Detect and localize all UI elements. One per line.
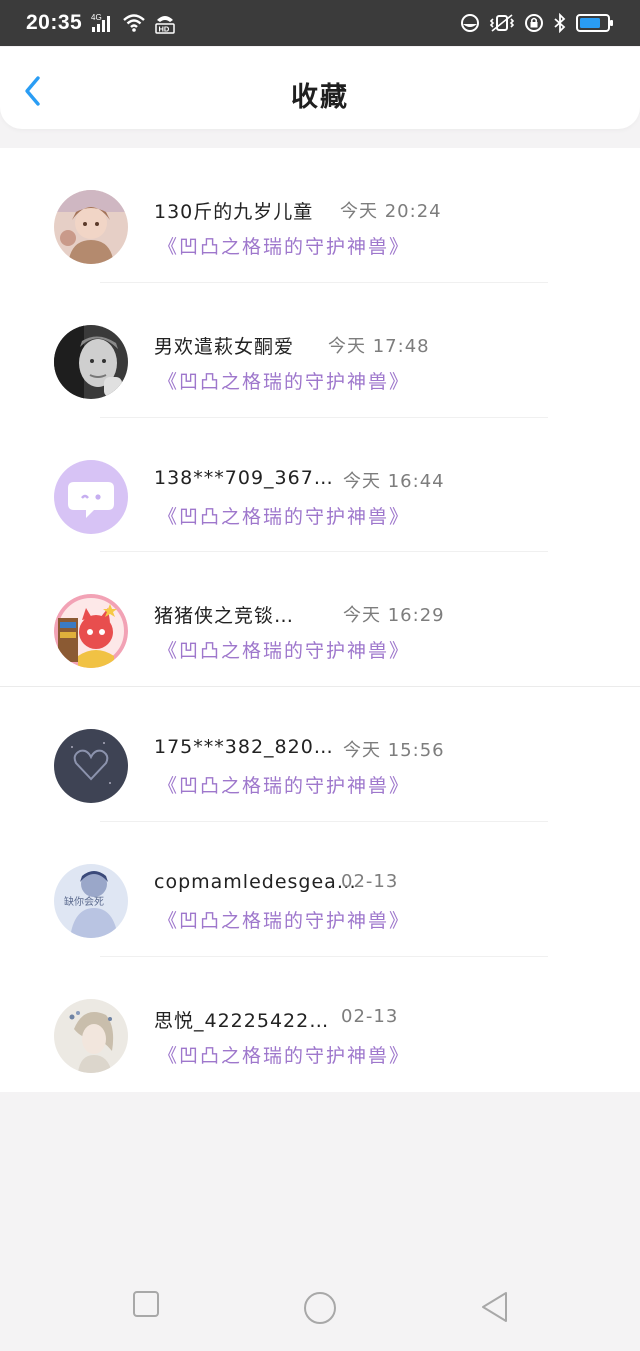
work-title: 《凹凸之格瑞的守护神兽》: [158, 370, 411, 393]
header: 收藏: [0, 47, 640, 129]
user-name: 138***709_367…: [154, 466, 334, 489]
favorite-time: 今天 20:24: [340, 201, 442, 222]
list-item[interactable]: 男欢遣萩女酮爱 今天 17:48 《凹凸之格瑞的守护神兽》: [0, 283, 640, 418]
nav-back-triangle-icon: [482, 1292, 507, 1322]
svg-text:4G: 4G: [91, 13, 102, 22]
favorite-time: 今天 16:44: [343, 470, 445, 492]
system-navigation-bar: [0, 1255, 640, 1351]
status-time: 20:35: [26, 11, 83, 34]
list-item[interactable]: 缺你会死 copmamledesgea… 02-13 《凹凸之格瑞的守护神兽》: [0, 822, 640, 957]
favorite-time: 02-13: [341, 1005, 399, 1027]
list-item[interactable]: 138***709_367… 今天 16:44 《凹凸之格瑞的守护神兽》: [0, 418, 640, 553]
nav-recent-square-icon: [133, 1291, 159, 1317]
vibrate-icon: [489, 14, 515, 32]
wifi-icon: [123, 14, 146, 32]
avatar: 缺你会死: [54, 863, 128, 938]
avatar: [54, 998, 128, 1073]
home-button[interactable]: [303, 1291, 337, 1329]
bluetooth-icon: [554, 13, 566, 33]
system-back-button[interactable]: [480, 1291, 510, 1327]
favorite-time: 今天 16:29: [343, 605, 445, 627]
list-item[interactable]: 猪猪侠之竞锬… 今天 16:29 《凹凸之格瑞的守护神兽》: [0, 552, 640, 688]
user-name: 男欢遣萩女酮爱: [154, 335, 295, 358]
avatar: [54, 594, 128, 669]
eye-care-icon: [461, 14, 479, 32]
list-item[interactable]: 思悦_42225422… 02-13 《凹凸之格瑞的守护神兽》: [0, 957, 640, 1092]
list-item[interactable]: 130斤的九岁儿童 今天 20:24 《凹凸之格瑞的守护神兽》: [0, 148, 640, 283]
avatar: [54, 729, 128, 804]
rotation-lock-icon: [525, 14, 543, 32]
recent-apps-button[interactable]: [132, 1290, 160, 1322]
work-title: 《凹凸之格瑞的守护神兽》: [158, 505, 411, 528]
favorites-list: 130斤的九岁儿童 今天 20:24 《凹凸之格瑞的守护神兽》 男欢遣萩女酮爱 …: [0, 148, 640, 1092]
user-name: copmamledesgea…: [154, 870, 357, 893]
avatar: [54, 190, 128, 264]
svg-text:HD: HD: [159, 25, 170, 34]
work-title: 《凹凸之格瑞的守护神兽》: [158, 909, 411, 932]
work-title: 《凹凸之格瑞的守护神兽》: [158, 236, 411, 258]
list-item[interactable]: 175***382_820… 今天 15:56 《凹凸之格瑞的守护神兽》: [0, 687, 640, 822]
battery-icon: [576, 14, 613, 32]
svg-text:缺你会死: 缺你会死: [64, 895, 104, 908]
favorite-time: 02-13: [341, 870, 399, 892]
user-name: 130斤的九岁儿童: [154, 201, 314, 223]
favorite-time: 今天 15:56: [343, 740, 445, 762]
cellular-signal-icon: 4G: [91, 13, 111, 32]
user-name: 175***382_820…: [154, 736, 334, 759]
work-title: 《凹凸之格瑞的守护神兽》: [158, 640, 411, 663]
status-bar: 20:35 4G HD: [0, 0, 640, 46]
work-title: 《凹凸之格瑞的守护神兽》: [158, 775, 411, 798]
avatar: [54, 324, 128, 399]
avatar: [54, 459, 128, 534]
favorite-time: 今天 17:48: [328, 335, 430, 357]
nav-home-circle-icon: [304, 1292, 336, 1324]
hd-call-icon: HD: [155, 16, 175, 34]
work-title: 《凹凸之格瑞的守护神兽》: [158, 1044, 411, 1067]
page-title: 收藏: [291, 82, 349, 113]
user-name: 猪猪侠之竞锬…: [154, 605, 295, 628]
user-name: 思悦_42225422…: [154, 1009, 330, 1032]
